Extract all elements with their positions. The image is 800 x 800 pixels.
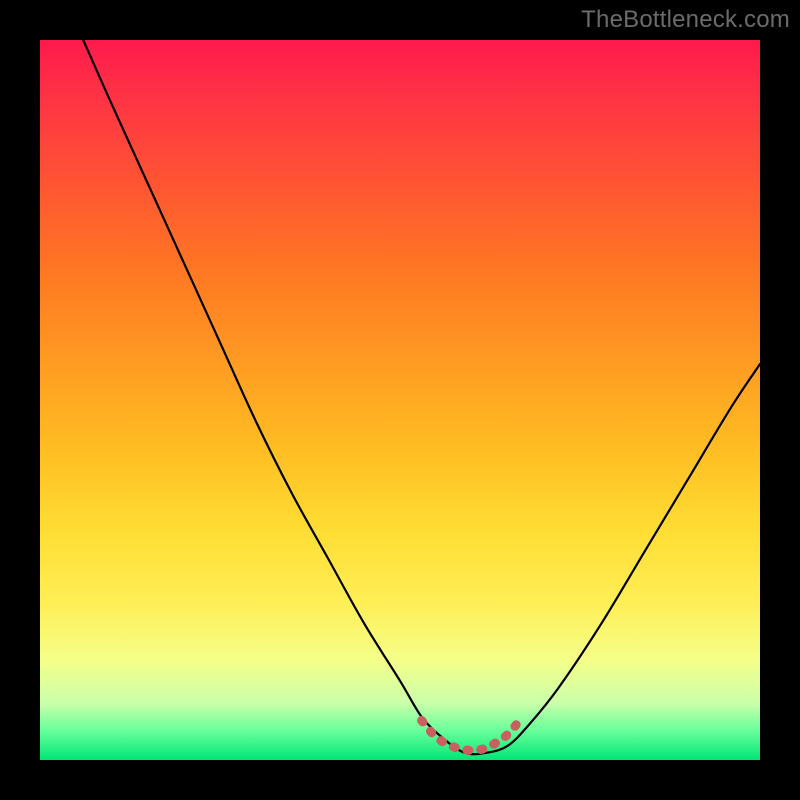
plot-area [40,40,760,760]
chart-frame: TheBottleneck.com [0,0,800,800]
curve-svg [40,40,760,760]
bottleneck-curve [83,40,760,754]
watermark-text: TheBottleneck.com [581,6,790,34]
